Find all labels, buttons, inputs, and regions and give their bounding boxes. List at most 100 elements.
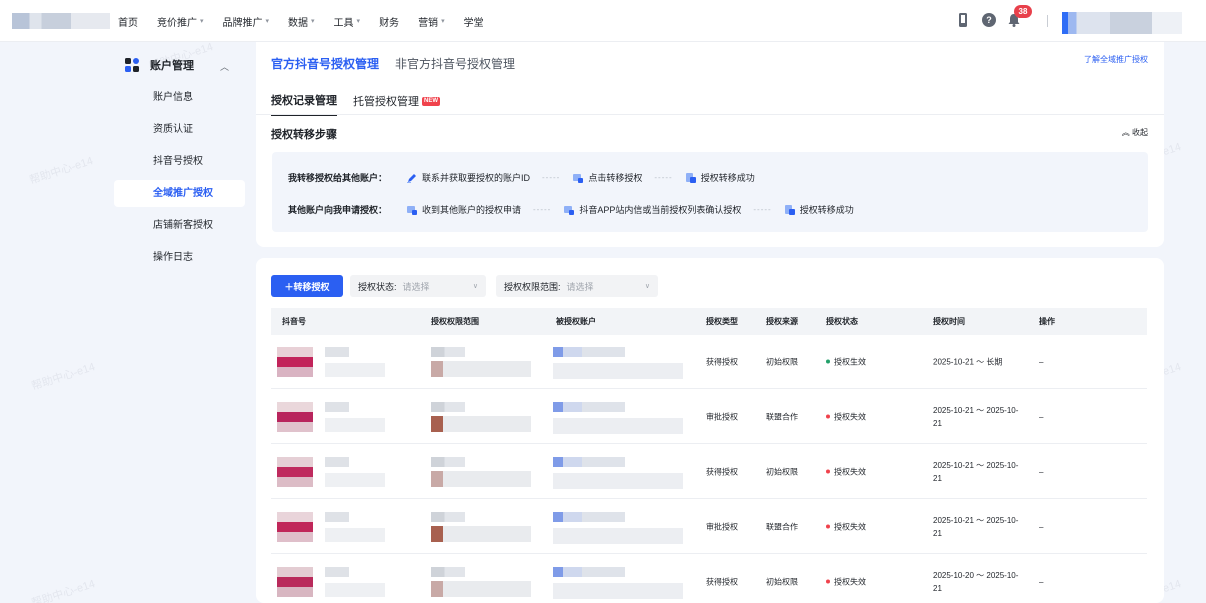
authorized-account-id bbox=[553, 363, 683, 379]
table-row: 审批授权 联盟合作 授权失效 2025-10-21 ～ 2025-10-21 – bbox=[271, 390, 1147, 444]
douyin-name bbox=[325, 347, 349, 357]
table-header: 抖音号 授权权限范围 被授权账户 授权类型 授权来源 授权状态 授权时间 操作 bbox=[271, 308, 1147, 335]
action-cell: – bbox=[1039, 412, 1044, 421]
authorized-account-id bbox=[553, 528, 683, 544]
step-item: 联系并获取要授权的账户ID bbox=[406, 171, 530, 184]
auth-type: 获得授权 bbox=[706, 577, 738, 586]
step-item: 授权转移成功 bbox=[784, 203, 854, 216]
step-connector: ----- bbox=[654, 173, 673, 182]
success-icon bbox=[685, 172, 696, 183]
avatar bbox=[277, 567, 313, 597]
nav-item[interactable]: 数据 ▾ bbox=[288, 14, 315, 29]
table-row: 审批授权 联盟合作 授权失效 2025-10-21 ～ 2025-10-21 – bbox=[271, 500, 1147, 554]
step-connector: ----- bbox=[753, 205, 772, 214]
nav-item-label: 工具 bbox=[333, 17, 354, 29]
auth-status: 授权失效 bbox=[826, 576, 866, 587]
auth-status-filter[interactable]: 授权状态: 请选择 ∨ bbox=[350, 275, 486, 297]
col-header-scope: 授权权限范围 bbox=[431, 317, 479, 326]
step-item: 收到其他账户的授权申请 bbox=[406, 203, 521, 216]
col-header-authorized-account: 被授权账户 bbox=[556, 317, 596, 326]
douyin-id bbox=[325, 583, 385, 597]
auth-time: 2025-10-21 ～ 2025-10-21 bbox=[933, 515, 1019, 538]
status-dot-icon bbox=[826, 469, 830, 474]
sidebar-item-account-info[interactable]: 账户信息 bbox=[114, 84, 245, 111]
caret-down-icon: ▾ bbox=[200, 18, 204, 25]
user-account-menu[interactable] bbox=[1062, 12, 1182, 34]
nav-item-label: 竞价推广 bbox=[157, 17, 197, 29]
tab-unofficial-douyin-auth[interactable]: 非官方抖音号授权管理 bbox=[395, 55, 515, 72]
status-dot-icon bbox=[826, 524, 830, 529]
nav-item-label: 学堂 bbox=[463, 17, 484, 29]
status-label: 授权失效 bbox=[834, 467, 866, 476]
transfer-auth-button[interactable]: ＋转移授权 bbox=[271, 275, 343, 297]
phone-icon[interactable] bbox=[956, 12, 970, 28]
tab-label: 托管授权管理 bbox=[353, 96, 419, 108]
auth-type: 审批授权 bbox=[706, 412, 738, 421]
col-header-type: 授权类型 bbox=[706, 317, 738, 326]
success-icon bbox=[784, 204, 795, 215]
authorized-account bbox=[553, 512, 625, 522]
authorized-account bbox=[553, 567, 625, 577]
auth-range-filter[interactable]: 授权权限范围: 请选择 ∨ bbox=[496, 275, 658, 297]
nav-item[interactable]: 首页 bbox=[118, 14, 138, 29]
step-item: 点击转移授权 bbox=[572, 171, 642, 184]
auth-type: 获得授权 bbox=[706, 357, 738, 366]
nav-item-label: 营销 bbox=[418, 17, 439, 29]
douyin-name bbox=[325, 457, 349, 467]
avatar bbox=[277, 457, 313, 487]
auth-type: 获得授权 bbox=[706, 467, 738, 476]
learn-global-promo-link[interactable]: 了解全域推广授权 bbox=[1084, 54, 1148, 65]
tab-auth-records[interactable]: 授权记录管理 bbox=[271, 92, 337, 116]
avatar bbox=[277, 402, 313, 432]
status-label: 授权生效 bbox=[834, 357, 866, 366]
col-header-time: 授权时间 bbox=[933, 317, 965, 326]
chevron-up-icon[interactable]: ︿ bbox=[220, 60, 229, 73]
tab-official-douyin-auth[interactable]: 官方抖音号授权管理 bbox=[271, 55, 379, 72]
auth-time: 2025-10-21 ～ 2025-10-21 bbox=[933, 405, 1019, 428]
step-text: 抖音APP站内信或当前授权列表确认授权 bbox=[579, 205, 742, 215]
watermark: 帮助中心-e14 bbox=[30, 361, 97, 393]
brand-logo[interactable] bbox=[12, 13, 110, 29]
notification-badge: 38 bbox=[1014, 5, 1032, 18]
sidebar-item-qualification[interactable]: 资质认证 bbox=[114, 116, 245, 143]
main-tabs: 官方抖音号授权管理 非官方抖音号授权管理 bbox=[271, 55, 515, 72]
status-dot-icon bbox=[826, 579, 830, 584]
table-row: 获得授权 初始权限 授权生效 2025-10-21 ～ 长期 – bbox=[271, 335, 1147, 389]
sub-tabs: 授权记录管理 托管授权管理 NEW bbox=[271, 92, 440, 116]
nav-item[interactable]: 学堂 bbox=[464, 14, 484, 29]
douyin-id bbox=[325, 363, 385, 377]
auth-records-card: ＋转移授权 授权状态: 请选择 ∨ 授权权限范围: 请选择 ∨ 抖音号 授权权限… bbox=[256, 258, 1164, 603]
step-item: 抖音APP站内信或当前授权列表确认授权 bbox=[563, 203, 741, 216]
collapse-button[interactable]: ︽ 收起 bbox=[1122, 127, 1148, 138]
sidebar-item-store-newcustomer-auth[interactable]: 店铺新客授权 bbox=[114, 212, 245, 239]
status-label: 授权失效 bbox=[834, 577, 866, 586]
sidebar-item-global-promo-auth[interactable]: 全域推广授权 bbox=[114, 180, 245, 207]
nav-item-label: 数据 bbox=[288, 17, 309, 29]
status-label: 授权失效 bbox=[834, 522, 866, 531]
nav-item[interactable]: 品牌推广 ▾ bbox=[223, 14, 270, 29]
nav-item[interactable]: 财务 bbox=[379, 14, 399, 29]
step-connector: ----- bbox=[533, 205, 552, 214]
help-icon[interactable]: ? bbox=[982, 13, 996, 27]
caret-down-icon: ▾ bbox=[265, 18, 270, 25]
filter-label: 授权状态: bbox=[358, 281, 397, 292]
step-row-apply-in: 其他账户向我申请授权： 收到其他账户的授权申请 ----- 抖音APP站内信或当… bbox=[288, 203, 854, 216]
confirm-icon bbox=[564, 205, 575, 215]
nav-item[interactable]: 工具 ▾ bbox=[334, 14, 361, 29]
tab-managed-auth[interactable]: 托管授权管理 NEW bbox=[353, 92, 440, 116]
nav-item[interactable]: 竞价推广 ▾ bbox=[157, 14, 204, 29]
scope-value bbox=[431, 402, 465, 412]
steps-panel: 我转移授权给其他账户： 联系并获取要授权的账户ID ----- 点击转移授权 -… bbox=[272, 152, 1148, 232]
sidebar-item-douyin-auth[interactable]: 抖音号授权 bbox=[114, 148, 245, 175]
sidebar-item-operation-log[interactable]: 操作日志 bbox=[114, 244, 245, 271]
nav-item[interactable]: 营销 ▾ bbox=[418, 14, 445, 29]
step-item: 授权转移成功 bbox=[685, 171, 755, 184]
step-row-label: 我转移授权给其他账户： bbox=[288, 173, 388, 183]
sidebar-section-header[interactable]: 账户管理 bbox=[124, 57, 194, 73]
auth-time: 2025-10-21 ～ 长期 bbox=[933, 357, 1003, 366]
action-cell: – bbox=[1039, 577, 1044, 586]
scope-value bbox=[431, 457, 465, 467]
auth-steps-card: 官方抖音号授权管理 非官方抖音号授权管理 了解全域推广授权 授权记录管理 托管授… bbox=[256, 42, 1164, 247]
status-dot-icon bbox=[826, 359, 830, 364]
auth-status: 授权失效 bbox=[826, 466, 866, 477]
